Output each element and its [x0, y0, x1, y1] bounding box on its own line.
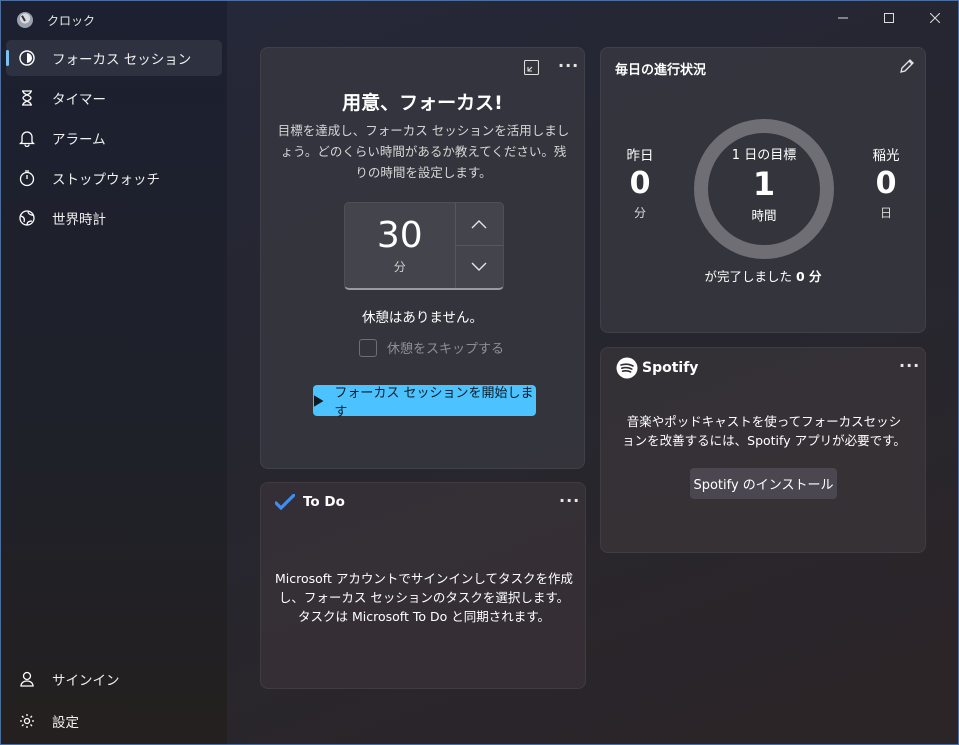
todo-title: To Do [303, 494, 345, 510]
install-spotify-label: Spotify のインストール [693, 478, 834, 493]
nav-bottom: サインイン 設定 [6, 661, 222, 744]
nav-item-settings[interactable]: 設定 [6, 703, 222, 739]
stepper-buttons [454, 203, 503, 288]
bell-icon [18, 129, 36, 147]
streak-label: 稲光 [872, 148, 900, 164]
clock-app-icon [17, 12, 33, 28]
spotify-logo: Spotify [616, 357, 698, 379]
focus-session-card: ··· 用意、フォーカス! 目標を達成し、フォーカス セッションを活用しましょう… [260, 47, 585, 469]
globe-icon [18, 209, 36, 227]
streak-unit: 日 [879, 206, 892, 220]
nav-item-alarm[interactable]: アラーム [6, 120, 222, 156]
progress-title: 毎日の進行状況 [615, 63, 707, 78]
clock-window: クロック フォーカス セッション タイマー アラーム ストップウォッチ 世界時計… [0, 0, 959, 745]
nav-label: サインイン [52, 673, 120, 689]
yesterday-stat: 昨日 0 分 [610, 144, 670, 221]
todo-card: To Do ··· Microsoft アカウントでサインインしてタスクを作成し… [260, 482, 586, 689]
streak-stat: 稲光 0 日 [856, 144, 916, 221]
minutes-stepper[interactable]: 30 分 [344, 202, 504, 290]
compact-overlay-icon[interactable] [523, 59, 540, 79]
minutes-value: 30 分 [345, 203, 455, 288]
start-focus-label: フォーカス セッションを開始します [334, 385, 534, 420]
nav-label: タイマー [52, 92, 106, 108]
nav-menu: フォーカス セッション タイマー アラーム ストップウォッチ 世界時計 [6, 40, 222, 240]
maximize-button[interactable] [866, 1, 912, 35]
minimize-button[interactable] [820, 1, 866, 35]
focus-description: 目標を達成し、フォーカス セッションを活用しましょう。どのくらい時間があるか教え… [277, 123, 570, 180]
skip-break-checkbox[interactable] [359, 338, 377, 357]
more-options-icon[interactable]: ··· [559, 491, 580, 510]
focus-icon [18, 49, 36, 67]
more-options-icon[interactable]: ··· [899, 356, 920, 375]
todo-check-icon [275, 494, 295, 510]
streak-value: 0 [875, 166, 897, 201]
nav-item-stopwatch[interactable]: ストップウォッチ [6, 160, 222, 196]
spotify-description: 音楽やポッドキャストを使ってフォーカスセッションを改善するには、Spotify … [622, 414, 906, 448]
minutes-unit: 分 [393, 260, 406, 274]
install-spotify-button[interactable]: Spotify のインストール [690, 468, 837, 499]
hourglass-icon [18, 89, 36, 107]
spotify-card: Spotify ··· 音楽やポッドキャストを使ってフォーカスセッションを改善す… [600, 347, 926, 553]
close-icon [930, 13, 940, 23]
gear-icon [18, 712, 36, 730]
edit-pencil-icon[interactable] [899, 58, 915, 78]
focus-title: 用意、フォーカス! [342, 92, 503, 114]
play-icon [313, 394, 324, 407]
close-button[interactable] [912, 1, 958, 35]
yesterday-value: 0 [629, 166, 651, 201]
window-controls [820, 1, 958, 35]
nav-item-world-clock[interactable]: 世界時計 [6, 200, 222, 236]
nav-label: 設定 [52, 715, 79, 731]
app-title: クロック [47, 13, 96, 28]
minutes-number: 30 [376, 215, 423, 256]
minimize-icon [838, 17, 848, 19]
chevron-down-icon [471, 262, 487, 271]
yesterday-label: 昨日 [626, 148, 654, 164]
increment-button[interactable] [456, 203, 503, 245]
sidebar: クロック フォーカス セッション タイマー アラーム ストップウォッチ 世界時計… [1, 1, 227, 744]
skip-break-option: 休憩をスキップする [359, 338, 504, 357]
spotify-brand: Spotify [642, 360, 699, 376]
break-text: 休憩はありません。 [361, 310, 484, 326]
nav-label: ストップウォッチ [52, 172, 160, 188]
more-options-icon[interactable]: ··· [558, 56, 579, 75]
goal-unit: 時間 [751, 208, 777, 223]
goal-stat: 1 日の目標 1 時間 [693, 144, 835, 224]
todo-description: Microsoft アカウントでサインインしてタスクを作成し、フォーカス セッシ… [275, 571, 573, 624]
todo-header: To Do [275, 494, 345, 510]
nav-label: 世界時計 [52, 212, 106, 228]
completed-value: 0 分 [795, 269, 822, 284]
yesterday-unit: 分 [633, 206, 646, 220]
start-focus-button[interactable]: フォーカス セッションを開始します [313, 385, 536, 420]
daily-progress-card: 毎日の進行状況 昨日 0 分 1 日の目標 1 時間 稲光 0 日 が完了しまし… [600, 47, 926, 333]
goal-label: 1 日の目標 [731, 148, 797, 163]
spotify-icon [616, 357, 638, 379]
nav-item-timer[interactable]: タイマー [6, 80, 222, 116]
decrement-button[interactable] [455, 245, 503, 288]
goal-value: 1 [752, 165, 776, 203]
title-bar: クロック [17, 9, 95, 31]
nav-label: フォーカス セッション [52, 52, 192, 68]
chevron-up-icon [471, 220, 487, 229]
skip-break-label: 休憩をスキップする [387, 342, 505, 357]
nav-item-focus-session[interactable]: フォーカス セッション [6, 40, 222, 76]
stopwatch-icon [18, 169, 36, 187]
nav-label: アラーム [52, 132, 106, 148]
maximize-icon [884, 13, 894, 23]
completed-prefix: が完了しました [704, 269, 792, 284]
person-icon [18, 670, 36, 688]
completed-text: が完了しました 0 分 [601, 266, 925, 285]
nav-item-sign-in[interactable]: サインイン [6, 661, 222, 697]
